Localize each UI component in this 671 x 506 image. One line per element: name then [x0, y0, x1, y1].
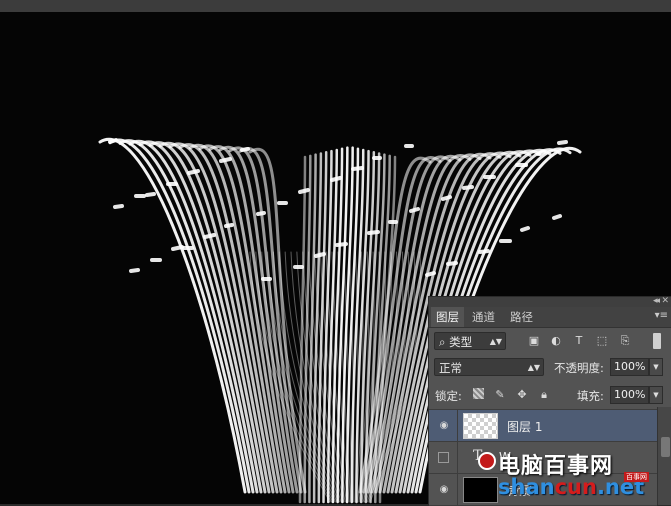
eye-icon[interactable]: ◉ — [437, 483, 451, 497]
watermark-domain-b: cun — [554, 475, 597, 499]
lock-row: 锁定: ✎ ✥ 🔒︎ 填充: 100% ▼ — [429, 385, 671, 407]
adjustment-filter-icon[interactable]: ◐ — [549, 334, 563, 348]
type-filter-icon[interactable]: T — [572, 334, 586, 348]
layer-divider — [457, 442, 458, 474]
layer-name: 图层 1 — [507, 420, 543, 434]
lock-all-icon[interactable]: 🔒︎ — [537, 388, 551, 402]
collapse-panel-icon[interactable]: ◂◂ — [653, 296, 660, 306]
fill-dropdown-icon[interactable]: ▼ — [649, 386, 663, 404]
fill-input[interactable]: 100% — [610, 386, 649, 404]
opacity-dropdown-icon[interactable]: ▼ — [649, 358, 663, 376]
eye-icon[interactable]: ◉ — [437, 419, 451, 433]
lock-image-pixels-icon[interactable]: ✎ — [493, 388, 507, 402]
panel-tabs: 图层 通道 路径 ▾≡ — [429, 307, 671, 328]
lock-position-icon[interactable]: ✥ — [515, 388, 529, 402]
blend-mode-value: 正常 — [439, 361, 462, 375]
watermark-logo — [478, 452, 496, 470]
blend-mode-select[interactable]: 正常 ▲▼ — [434, 358, 544, 376]
chevron-down-icon: ▲▼ — [527, 363, 540, 372]
layer-row-layer1[interactable]: ◉ 图层 1 — [429, 410, 657, 442]
site-watermark: 电脑百事网 shancun.net 百事网 — [478, 444, 671, 504]
layer-divider — [457, 474, 458, 506]
tab-layers[interactable]: 图层 — [431, 307, 464, 327]
smart-object-filter-icon[interactable]: ⎘ — [618, 334, 632, 348]
opacity-label: 不透明度: — [554, 361, 604, 375]
panel-menu-icon[interactable]: ▾≡ — [655, 310, 668, 321]
chevron-down-icon: ▲▼ — [489, 337, 502, 346]
lock-label: 锁定: — [435, 389, 462, 403]
close-panel-icon[interactable]: ✕ — [661, 296, 669, 306]
watermark-tag: 百事网 — [624, 472, 649, 482]
layer-thumbnail — [463, 413, 498, 439]
shape-filter-icon[interactable]: ⬚ — [595, 334, 609, 348]
visibility-off-box[interactable] — [438, 452, 449, 463]
pixel-filter-icon[interactable]: ▣ — [527, 334, 541, 348]
filter-kind-select[interactable]: ⌕ 类型 ▲▼ — [434, 332, 506, 350]
panel-title-strip: ◂◂ ✕ — [429, 296, 671, 307]
search-icon: ⌕ — [439, 335, 446, 349]
filter-kind-label: 类型 — [449, 335, 473, 349]
tab-paths[interactable]: 路径 — [505, 307, 538, 327]
watermark-domain-a: shan — [498, 475, 555, 499]
fill-label: 填充: — [577, 389, 604, 403]
blend-row: 正常 ▲▼ 不透明度: 100% ▼ — [429, 357, 671, 379]
lock-transparent-pixels-icon[interactable] — [473, 388, 484, 399]
opacity-input[interactable]: 100% — [610, 358, 649, 376]
layer-filter-row: ⌕ 类型 ▲▼ ▣ ◐ T ⬚ ⎘ — [429, 331, 671, 353]
filter-toggle-icon[interactable] — [653, 333, 661, 349]
tab-channels[interactable]: 通道 — [467, 307, 500, 327]
watermark-domain: shancun.net — [498, 475, 644, 499]
layer-divider — [457, 410, 458, 442]
